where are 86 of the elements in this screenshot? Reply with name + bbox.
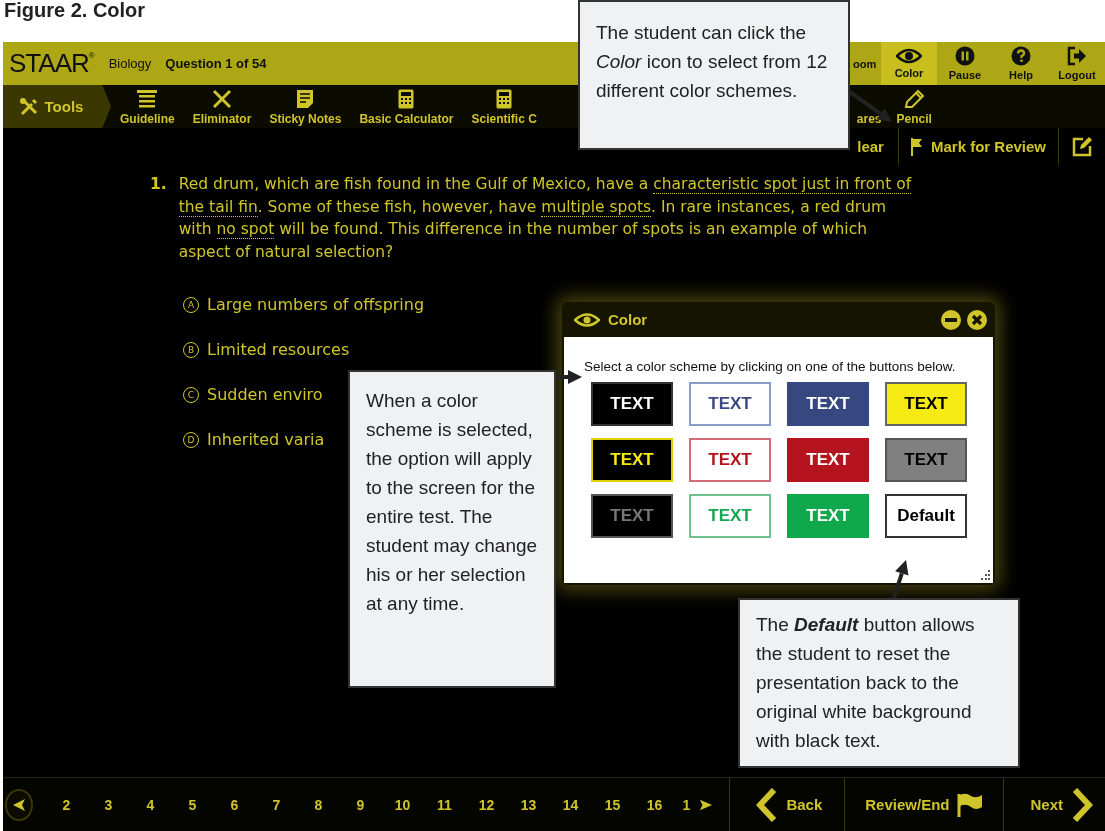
color-scheme-button[interactable]: TEXT [689,438,771,482]
back-button[interactable]: Back [729,778,845,831]
question-counter: Question 1 of 54 [165,56,267,71]
calculator-icon [496,89,513,109]
tool-button[interactable]: Guideline [111,85,184,128]
color-scheme-button[interactable]: TEXT [591,438,673,482]
color-scheme-button[interactable]: TEXT [591,382,673,426]
page-number[interactable]: 6 [213,796,256,813]
pointer-arrow [556,370,582,384]
toolbar-button[interactable]: oom [851,42,881,85]
question-tool-button[interactable]: Mark for Review [897,128,1058,165]
chevron-left-icon [756,787,779,822]
color-scheme-button[interactable]: TEXT [689,382,771,426]
exit-icon [1067,46,1087,66]
left-arrow-icon [12,797,27,812]
page-number[interactable]: 15 [591,796,634,813]
chevron-right-icon [1071,787,1093,822]
pencil-icon [903,89,926,109]
page-number[interactable]: 8 [297,796,340,813]
tool-button[interactable]: Sticky Notes [260,85,351,128]
help-icon [1011,46,1031,66]
question-text: Red drum, which are fish found in the Gulf of Mexico, have a characteristic spot just in front of the tail fin. Some of these fish, however, have multiple spots. In rare instances, a red drum with no spot will be found. This difference in the number of spots is an example of which aspect of natural selection? [178,174,913,263]
page-number[interactable]: 12 [465,796,508,813]
page-number[interactable]: 1 [675,796,698,813]
tool-button[interactable]: Pencil [887,85,941,128]
logo: STAAR [9,48,89,79]
pause-icon [955,46,975,66]
answer-option[interactable]: C Sudden enviro [183,385,323,404]
color-scheme-button[interactable]: TEXT [787,438,869,482]
tools-tab[interactable]: Tools [3,85,111,128]
page-number[interactable]: 11 [423,796,466,813]
note-icon [296,89,315,109]
registered-mark: ® [88,51,95,60]
minimize-icon[interactable] [941,309,961,330]
color-scheme-button[interactable]: Default [885,494,967,538]
flag-icon [910,137,923,156]
page-number[interactable]: 14 [549,796,592,813]
next-button[interactable]: Next [1003,778,1105,831]
color-scheme-button[interactable]: TEXT [885,438,967,482]
review-end-button[interactable]: Review/End [844,778,1004,831]
question-tool-button[interactable]: lear [857,128,898,165]
calculator-icon [398,89,415,109]
page-number[interactable]: 7 [255,796,298,813]
close-icon[interactable] [967,309,987,330]
answer-option[interactable]: B Limited resources [183,340,350,359]
callout-box: The student can click the Color icon to select from 12 different color schemes. [578,0,850,150]
edit-icon[interactable] [1071,135,1093,158]
page-number[interactable]: 5 [171,796,214,813]
flag-icon [957,792,984,817]
scroll-right-icon[interactable] [699,797,714,812]
callout-box: When a color scheme is selected, the option will apply to the screen for the entire test. The student may change his or her selection at any time. [348,370,556,688]
page-number[interactable]: 4 [129,796,172,813]
page-number[interactable]: 13 [507,796,550,813]
callout-box: The Default button allows the student to reset the presentation back to the original white background with black text. [738,598,1020,768]
dialog-title: Color [608,311,648,328]
pointer-arrow [848,90,892,122]
page-number[interactable]: 2 [45,796,88,813]
eye-icon [574,312,600,327]
question-number: 1. [150,174,167,195]
pointer-arrow [892,560,909,599]
close-icon [212,89,233,109]
color-scheme-button[interactable]: TEXT [885,382,967,426]
page-number[interactable]: 16 [633,796,676,813]
page-number[interactable]: 9 [339,796,382,813]
tool-button[interactable]: Eliminator [183,85,261,128]
tools-icon [18,96,39,117]
tool-button[interactable]: ares [847,85,888,128]
scroll-left-button[interactable] [5,788,34,821]
subject-label: Biology [108,56,152,71]
eye-icon [896,48,922,64]
page-number[interactable]: 10 [381,796,424,813]
instruction-text: Select a color scheme by clicking on one of the buttons below. [584,358,957,376]
answer-option[interactable]: D Inherited varia [183,430,325,449]
color-scheme-button[interactable]: TEXT [591,494,673,538]
page-number[interactable]: 3 [87,796,130,813]
tool-button[interactable]: Scientific C [462,85,546,128]
toolbar-button[interactable]: Logout [1049,42,1105,85]
resize-grip-icon[interactable] [980,570,990,580]
figure-title: Figure 2. Color [4,0,146,20]
toolbar-button[interactable]: Pause [937,42,993,85]
color-scheme-button[interactable]: TEXT [787,382,869,426]
lines-icon [136,89,159,109]
answer-option[interactable]: A Large numbers of offspring [183,295,425,314]
toolbar-button[interactable]: Color [881,42,937,85]
toolbar-button[interactable]: Help [993,42,1049,85]
tool-button[interactable]: Basic Calculator [350,85,463,128]
